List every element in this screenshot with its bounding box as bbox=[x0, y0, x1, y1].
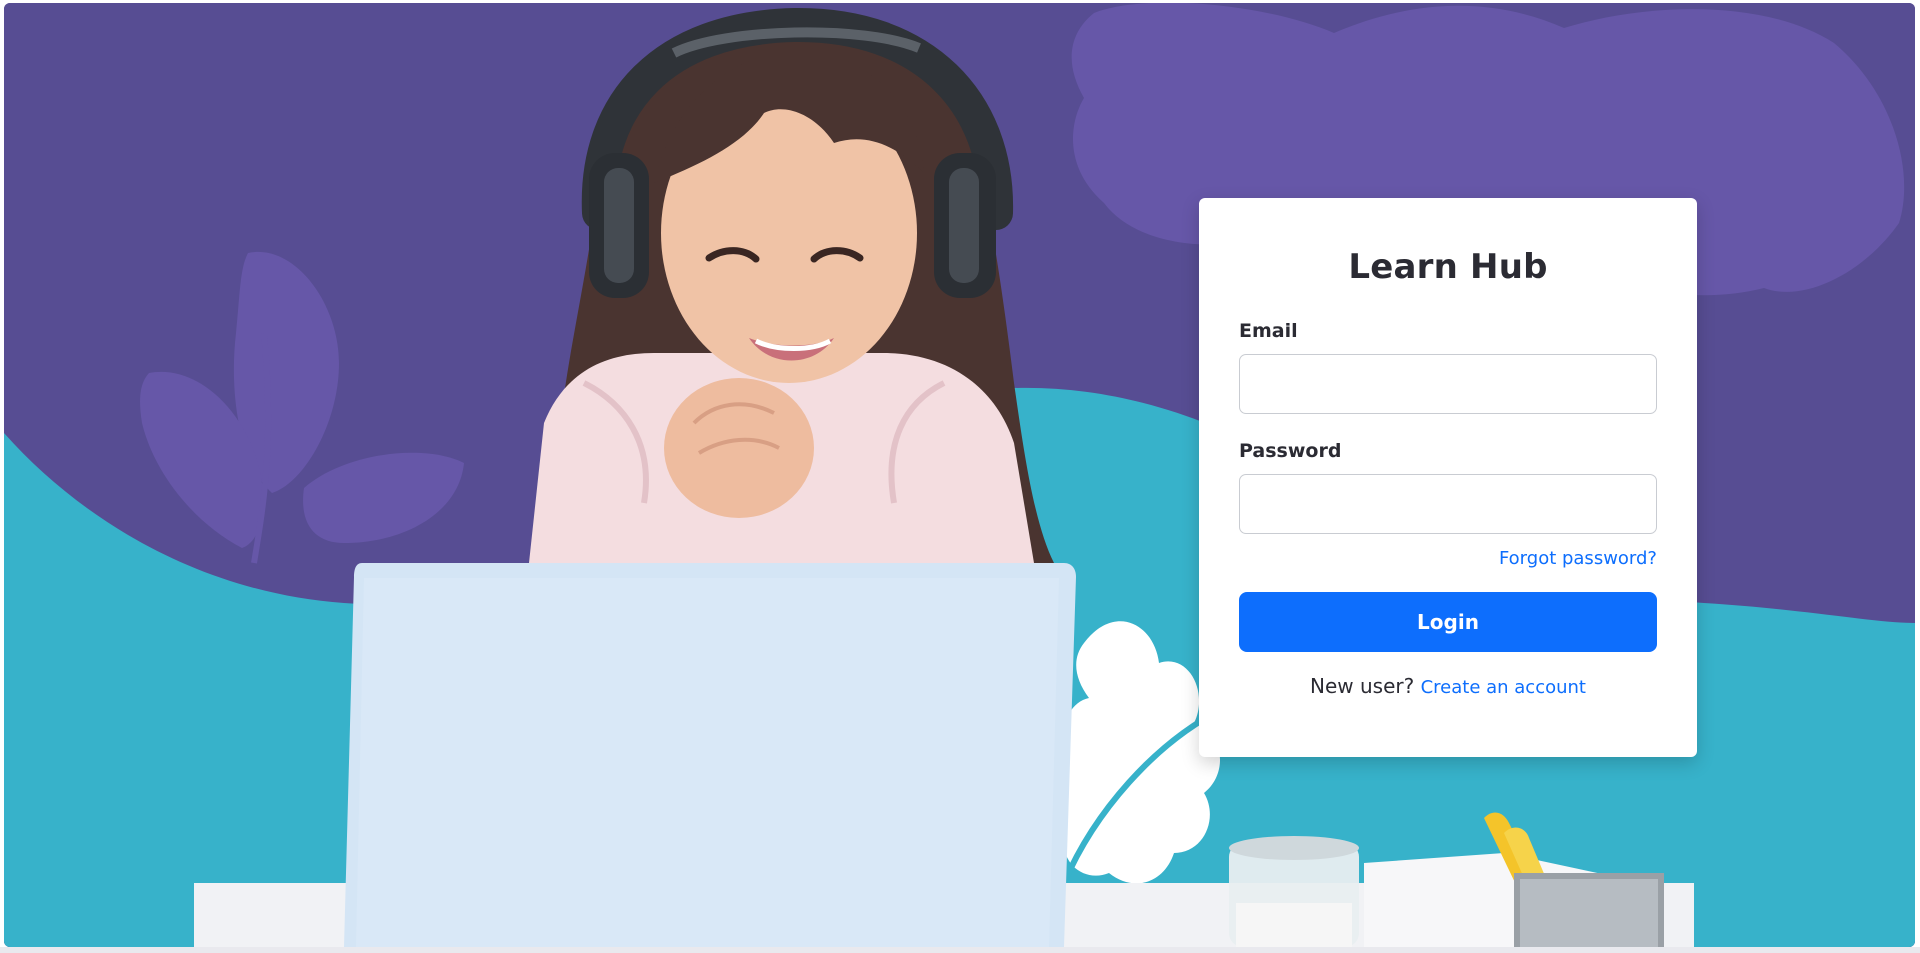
signup-row: New user? Create an account bbox=[1239, 674, 1657, 698]
cup-icon bbox=[1229, 836, 1359, 947]
login-card: Learn Hub Email Password Forgot password… bbox=[1199, 198, 1697, 757]
login-button[interactable]: Login bbox=[1239, 592, 1657, 652]
create-account-link[interactable]: Create an account bbox=[1421, 677, 1586, 698]
page-title: Learn Hub bbox=[1348, 247, 1548, 287]
forgot-password-row: Forgot password? bbox=[1239, 548, 1657, 572]
page-bottom-edge bbox=[0, 947, 1920, 953]
password-field[interactable] bbox=[1239, 474, 1657, 534]
email-label: Email bbox=[1239, 320, 1298, 342]
new-user-text: New user? bbox=[1310, 674, 1415, 698]
email-field[interactable] bbox=[1239, 354, 1657, 414]
hero-background: Learn Hub Email Password Forgot password… bbox=[4, 3, 1915, 947]
password-label: Password bbox=[1239, 440, 1342, 462]
forgot-password-link[interactable]: Forgot password? bbox=[1499, 548, 1657, 569]
